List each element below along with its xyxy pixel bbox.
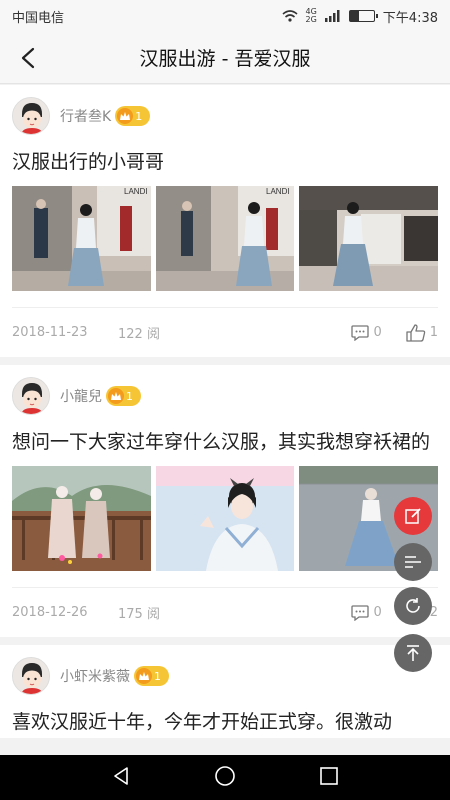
comment-icon: [351, 604, 370, 621]
nav-back-button[interactable]: [111, 766, 131, 790]
author-name[interactable]: 行者叁K: [60, 106, 111, 126]
status-bar: 中国电信 4G 2G 下午4:38: [0, 0, 450, 32]
nav-home-button[interactable]: [214, 765, 236, 791]
thumbs-up-icon: [406, 323, 425, 342]
post-card[interactable]: 小龍兒 1 想问一下大家过年穿什么汉服，其实我想穿袄裙的 2018-12-26 …: [0, 365, 450, 637]
refresh-button[interactable]: [394, 587, 432, 625]
svg-text:LANDI: LANDI: [266, 187, 290, 196]
post-feed[interactable]: 行者叁K 1 汉服出行的小哥哥 LANDI LANDI 2018-11-23 1…: [0, 85, 450, 755]
circle-home-icon: [215, 765, 235, 786]
comment-count: 0: [373, 325, 382, 340]
comment-count: 0: [373, 605, 382, 620]
chevron-left-icon: [21, 47, 35, 69]
page-title: 汉服出游 - 吾爱汉服: [139, 48, 311, 70]
comment-icon: [351, 324, 370, 341]
avatar[interactable]: [12, 97, 50, 135]
compose-button[interactable]: [394, 497, 432, 535]
badge-level: 1: [126, 389, 133, 403]
image-grid: [12, 466, 439, 571]
author-row[interactable]: 小虾米紫薇 1: [12, 655, 438, 697]
post-image[interactable]: [155, 466, 295, 571]
menu-button[interactable]: [394, 543, 432, 581]
author-row[interactable]: 行者叁K 1: [12, 95, 438, 137]
post-image[interactable]: LANDI: [155, 186, 295, 291]
edit-icon: [405, 508, 421, 524]
crown-icon: [136, 668, 152, 684]
system-navigation-bar: [0, 755, 450, 800]
badge-level: 1: [135, 109, 143, 123]
comment-button[interactable]: 0: [351, 604, 382, 621]
network-type-icon: 4G 2G: [305, 7, 317, 24]
svg-text:LANDI: LANDI: [124, 187, 148, 196]
back-button[interactable]: [10, 40, 46, 76]
author-row[interactable]: 小龍兒 1: [12, 375, 438, 417]
wifi-icon: [281, 10, 298, 22]
battery-icon: [348, 10, 378, 22]
post-image[interactable]: [12, 466, 151, 571]
author-name[interactable]: 小龍兒: [60, 386, 102, 406]
square-recents-icon: [319, 766, 338, 785]
avatar[interactable]: [12, 377, 50, 415]
avatar[interactable]: [12, 657, 50, 695]
avatar-cartoon-icon: [13, 658, 49, 694]
menu-icon: [405, 556, 421, 568]
refresh-icon: [406, 598, 420, 613]
author-name[interactable]: 小虾米紫薇: [60, 666, 130, 686]
crown-icon: [108, 388, 124, 404]
post-card[interactable]: 小虾米紫薇 1 喜欢汉服近十年，今年才开始正式穿。很激动: [0, 645, 450, 738]
nav-recents-button[interactable]: [319, 766, 339, 790]
avatar-cartoon-icon: [13, 378, 49, 414]
view-count: 175 阅: [118, 607, 160, 622]
crown-icon: [117, 108, 134, 124]
like-count: 1: [429, 325, 438, 340]
post-meta: 2018-11-23 122 阅 0 1: [12, 307, 438, 357]
level-badge: 1: [134, 666, 169, 686]
post-title[interactable]: 想问一下大家过年穿什么汉服，其实我想穿袄裙的: [12, 427, 438, 458]
triangle-back-icon: [114, 766, 129, 785]
post-date: 2018-11-23: [12, 325, 88, 340]
status-icons: 4G 2G 下午4:38: [281, 7, 438, 26]
avatar-cartoon-icon: [13, 98, 49, 134]
post-image[interactable]: [299, 186, 439, 291]
battery-level: [349, 11, 360, 21]
post-title[interactable]: 喜欢汉服近十年，今年才开始正式穿。很激动: [12, 707, 438, 738]
level-badge: 1: [106, 386, 141, 406]
clock: 下午4:38: [382, 10, 438, 26]
like-button[interactable]: 1: [406, 323, 438, 342]
navigation-bar: 汉服出游 - 吾爱汉服: [0, 32, 450, 84]
post-image[interactable]: LANDI: [12, 186, 151, 291]
signal-icon: [324, 10, 340, 22]
image-grid: LANDI LANDI: [12, 186, 439, 291]
badge-level: 1: [154, 669, 161, 683]
level-badge: 1: [115, 106, 151, 126]
post-card[interactable]: 行者叁K 1 汉服出行的小哥哥 LANDI LANDI 2018-11-23 1…: [0, 85, 450, 357]
scroll-top-button[interactable]: [394, 634, 432, 672]
view-count: 122 阅: [118, 327, 160, 342]
carrier-label: 中国电信: [12, 10, 65, 26]
post-meta: 2018-12-26 175 阅 0 2: [12, 587, 438, 637]
comment-button[interactable]: 0: [351, 324, 382, 341]
post-date: 2018-12-26: [12, 605, 88, 620]
scroll-top-icon: [407, 645, 419, 661]
post-title[interactable]: 汉服出行的小哥哥: [12, 147, 438, 178]
